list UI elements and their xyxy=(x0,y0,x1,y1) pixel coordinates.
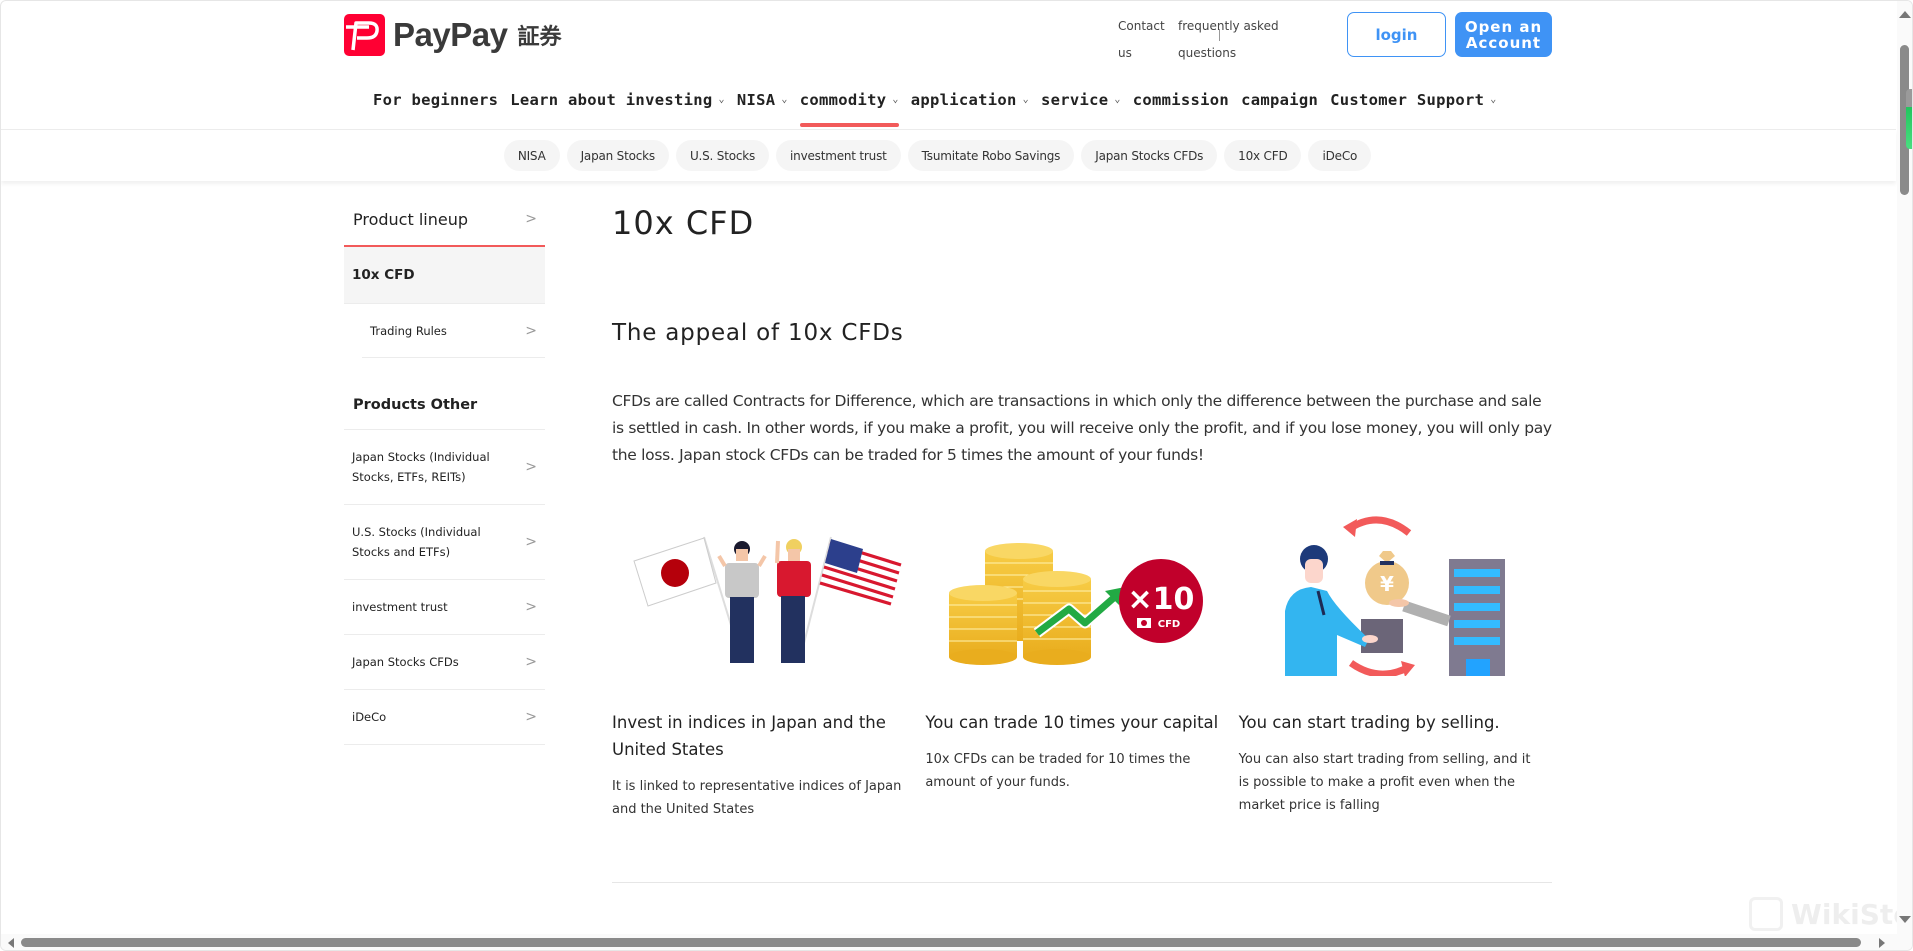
feature-cards: Invest in indices in Japan and the Unite… xyxy=(612,511,1552,821)
sidebar-item-label: investment trust xyxy=(352,600,448,614)
sidebar-item-label: iDeCo xyxy=(352,710,387,724)
scroll-up-arrow-icon[interactable] xyxy=(1899,11,1911,18)
scroll-right-arrow-icon[interactable] xyxy=(1879,938,1885,948)
paypay-logo-icon xyxy=(344,14,385,56)
card-description: 10x CFDs can be traded for 10 times the … xyxy=(925,752,1191,790)
faq-link[interactable]: frequently asked questions xyxy=(1178,13,1288,67)
watermark-text: WikiStock xyxy=(1791,897,1912,931)
chevron-down-icon: ⌄ xyxy=(1490,93,1497,105)
nav-label: commission xyxy=(1132,91,1230,109)
nav-customer-support[interactable]: Customer Support ⌄ xyxy=(1330,85,1496,115)
chevron-right-icon: > xyxy=(525,211,537,227)
logo-suffix: 証券 xyxy=(517,25,562,50)
chevron-down-icon: ⌄ xyxy=(781,93,788,105)
nav-campaign[interactable]: campaign xyxy=(1241,85,1318,115)
nav-label: Learn about investing xyxy=(510,91,713,109)
chevron-down-icon: ⌄ xyxy=(1022,93,1029,105)
sidebar: Product lineup > 10x CFD Trading Rules >… xyxy=(344,193,545,745)
nav-commodity[interactable]: commodity ⌄ xyxy=(799,85,899,127)
sidebar-item-japan-stocks[interactable]: Japan Stocks (Individual Stocks, ETFs, R… xyxy=(344,430,545,505)
chevron-down-icon: ⌄ xyxy=(718,93,725,105)
sidebar-head-label: Product lineup xyxy=(353,209,469,229)
pill-japan-stocks-cfds[interactable]: Japan Stocks CFDs xyxy=(1081,140,1218,171)
nav-label: NISA xyxy=(736,91,776,109)
chevron-right-icon: > xyxy=(525,534,537,550)
japan-us-flags-illustration xyxy=(612,511,912,676)
browser-viewport: PayPay 証券 Contact us frequently asked qu… xyxy=(0,0,1913,951)
sidebar-item-japan-stocks-cfds[interactable]: Japan Stocks CFDs > xyxy=(344,635,545,690)
card-title: You can trade 10 times your capital xyxy=(925,713,1219,732)
wikistock-logo-icon xyxy=(1749,897,1783,931)
chevron-right-icon: > xyxy=(525,459,537,475)
card-title: You can start trading by selling. xyxy=(1238,713,1500,732)
open-account-button[interactable]: Open an Account xyxy=(1455,12,1552,57)
nav-label: application xyxy=(910,91,1017,109)
sidebar-item-label: Japan Stocks (Individual Stocks, ETFs, R… xyxy=(352,450,490,484)
sidebar-item-us-stocks[interactable]: U.S. Stocks (Individual Stocks and ETFs)… xyxy=(344,505,545,580)
nav-label: campaign xyxy=(1241,91,1319,109)
horizontal-scrollbar-thumb[interactable] xyxy=(21,938,1861,947)
nav-for-beginners[interactable]: For beginners xyxy=(373,85,498,115)
main-nav: For beginners Learn about investing ⌄ NI… xyxy=(373,85,1509,127)
sidebar-product-lineup[interactable]: Product lineup > xyxy=(344,193,545,247)
scroll-left-arrow-icon[interactable] xyxy=(8,938,14,948)
pill-10x-cfd[interactable]: 10x CFD xyxy=(1224,140,1302,171)
chevron-down-icon: ⌄ xyxy=(892,93,899,105)
chevron-right-icon: > xyxy=(525,709,537,725)
paypay-securities-logo[interactable]: PayPay 証券 xyxy=(344,13,561,57)
nav-label: service xyxy=(1040,91,1109,109)
sidebar-item-10x-cfd-active[interactable]: 10x CFD xyxy=(344,247,545,304)
nav-commission[interactable]: commission xyxy=(1133,85,1229,115)
feature-card: Invest in indices in Japan and the Unite… xyxy=(612,511,925,821)
cfd-badge-label: CFD xyxy=(1158,619,1180,630)
section-divider xyxy=(612,882,1552,883)
card-description: You can also start trading from selling,… xyxy=(1238,752,1531,813)
nav-label: commodity xyxy=(799,91,887,109)
nav-label: For beginners xyxy=(373,91,499,109)
pill-ideco[interactable]: iDeCo xyxy=(1308,140,1372,171)
pill-nisa[interactable]: NISA xyxy=(503,140,560,171)
nav-nisa[interactable]: NISA ⌄ xyxy=(737,85,788,115)
product-subnav: NISA Japan Stocks U.S. Stocks investment… xyxy=(1,130,1896,181)
sidebar-item-ideco[interactable]: iDeCo > xyxy=(344,690,545,745)
nav-label: Customer Support xyxy=(1330,91,1485,109)
selling-trade-illustration: ¥ xyxy=(1239,511,1539,678)
scroll-position-marker xyxy=(1906,89,1912,149)
sidebar-item-label: U.S. Stocks (Individual Stocks and ETFs) xyxy=(352,525,481,559)
feature-card: ¥ You can start trading by selling. You … xyxy=(1239,511,1552,821)
pill-japan-stocks[interactable]: Japan Stocks xyxy=(566,140,669,171)
nav-learn-about-investing[interactable]: Learn about investing ⌄ xyxy=(510,85,725,115)
chevron-right-icon: > xyxy=(525,322,537,339)
card-description: It is linked to representative indices o… xyxy=(612,779,902,817)
section-heading: The appeal of 10x CFDs xyxy=(612,320,904,346)
pill-tsumitate-robo-savings[interactable]: Tsumitate Robo Savings xyxy=(907,140,1075,171)
chevron-right-icon: > xyxy=(525,599,537,615)
nav-service[interactable]: service ⌄ xyxy=(1041,85,1121,115)
page-title: 10x CFD xyxy=(612,204,755,242)
feature-card: ×10 CFD You can trade 10 times your capi… xyxy=(925,511,1238,821)
chevron-right-icon: > xyxy=(525,654,537,670)
login-button[interactable]: login xyxy=(1347,12,1446,57)
pill-us-stocks[interactable]: U.S. Stocks xyxy=(675,140,770,171)
intro-paragraph: CFDs are called Contracts for Difference… xyxy=(612,392,1552,464)
utility-separator xyxy=(1219,29,1220,41)
chevron-down-icon: ⌄ xyxy=(1114,93,1121,105)
scroll-down-arrow-icon[interactable] xyxy=(1899,916,1911,923)
logo-wordmark: PayPay xyxy=(393,16,508,53)
sidebar-item-investment-trust[interactable]: investment trust > xyxy=(344,580,545,635)
coins-x10-illustration: ×10 CFD xyxy=(925,511,1225,676)
pill-investment-trust[interactable]: investment trust xyxy=(776,140,901,171)
sidebar-section-products-other: Products Other xyxy=(344,358,545,430)
svg-text:¥: ¥ xyxy=(1380,572,1394,596)
contact-us-link[interactable]: Contact us xyxy=(1118,13,1178,67)
x10-badge-text: ×10 xyxy=(1128,582,1195,617)
sidebar-item-label: Japan Stocks CFDs xyxy=(352,655,459,669)
sidebar-item-trading-rules[interactable]: Trading Rules > xyxy=(362,304,545,358)
sidebar-item-label: Trading Rules xyxy=(370,323,447,338)
card-title: Invest in indices in Japan and the Unite… xyxy=(612,713,886,759)
utility-links: Contact us frequently asked questions xyxy=(1118,13,1288,67)
wikistock-watermark: WikiStock xyxy=(1749,897,1912,931)
nav-application[interactable]: application ⌄ xyxy=(911,85,1029,115)
main-content: 10x CFD The appeal of 10x CFDs CFDs are … xyxy=(612,193,1552,821)
